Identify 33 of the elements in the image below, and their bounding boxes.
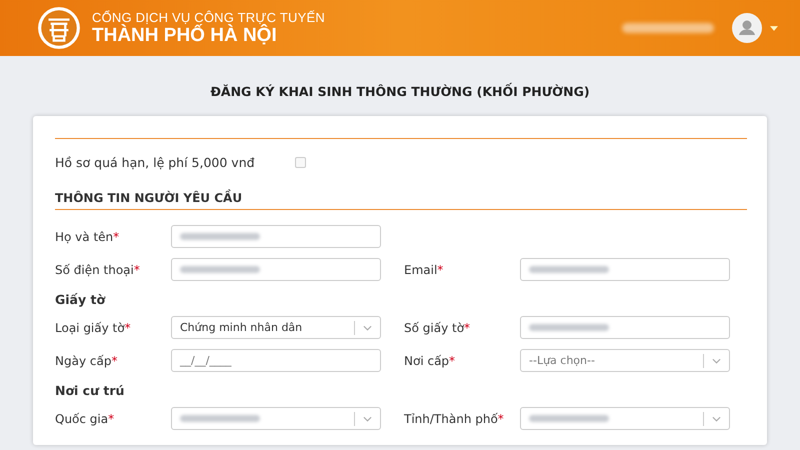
chevron-down-icon xyxy=(712,416,721,422)
avatar-icon[interactable] xyxy=(732,13,762,43)
portal-title: CỔNG DỊCH VỤ CÔNG TRỰC TUYẾN xyxy=(92,10,325,24)
select-field[interactable] xyxy=(171,407,381,430)
field-label: Họ và tên* xyxy=(55,230,120,244)
input-field[interactable] xyxy=(520,316,730,339)
chevron-down-icon xyxy=(712,358,721,364)
field-label: Loại giấy tờ* xyxy=(55,320,132,334)
field-label: Ngày cấp* xyxy=(55,354,118,368)
input-field[interactable] xyxy=(171,258,381,281)
field-label: Số giấy tờ* xyxy=(404,320,472,334)
field-label: Tỉnh/Thành phố* xyxy=(404,412,505,426)
select-field[interactable]: --Lựa chọn-- xyxy=(520,349,730,372)
input-field[interactable] xyxy=(520,258,730,281)
subsection-heading: Nơi cư trú xyxy=(55,382,126,400)
input-field[interactable] xyxy=(171,225,381,248)
select-field[interactable] xyxy=(520,407,730,430)
logo-icon xyxy=(36,5,82,51)
field-label: Nơi cấp* xyxy=(404,354,456,368)
field-label: Số điện thoại* xyxy=(55,262,141,276)
chevron-down-icon xyxy=(363,324,372,330)
caret-icon[interactable] xyxy=(770,26,778,30)
section-heading: THÔNG TIN NGƯỜI YÊU CẦU xyxy=(55,185,747,210)
overdue-checkbox[interactable] xyxy=(295,156,306,168)
input-field[interactable]: __/__/____ xyxy=(171,349,381,372)
city-title: THÀNH PHỐ HÀ NỘI xyxy=(92,24,278,46)
select-field[interactable]: Chứng minh nhân dân xyxy=(171,316,381,339)
page-title: ĐĂNG KÝ KHAI SINH THÔNG THƯỜNG (KHỐI PHƯỜNG) xyxy=(209,82,591,101)
subsection-heading: Giấy tờ xyxy=(55,291,106,309)
field-label: Email* xyxy=(404,262,444,276)
overdue-label: Hồ sơ quá hạn, lệ phí 5,000 vnđ xyxy=(55,154,256,170)
field-label: Quốc gia* xyxy=(55,412,116,426)
chevron-down-icon xyxy=(363,416,372,422)
